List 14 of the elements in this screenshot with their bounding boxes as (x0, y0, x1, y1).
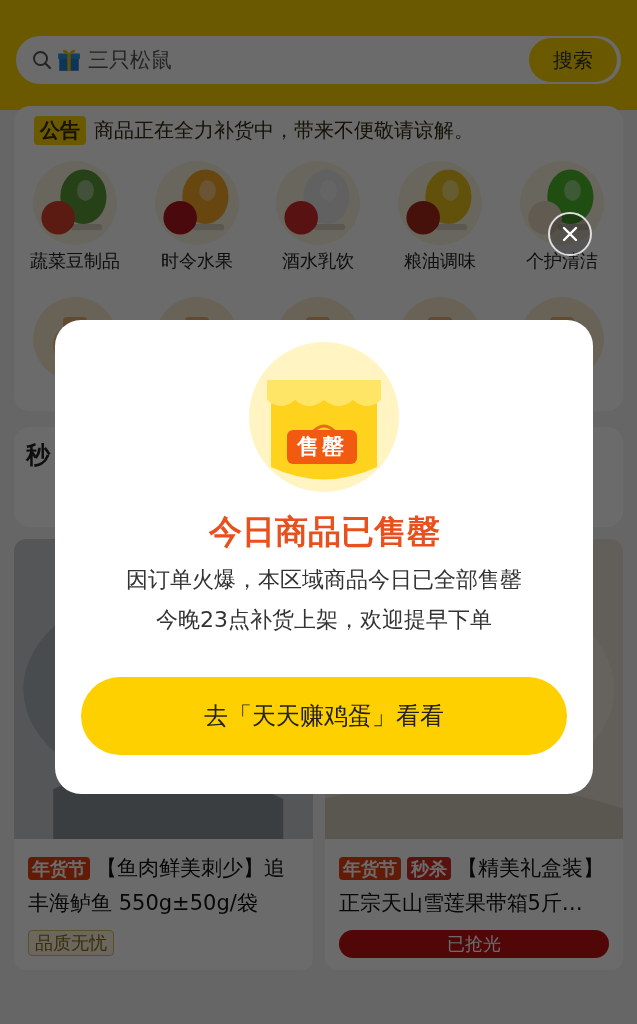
promo-tag: 年货节 (28, 857, 90, 880)
product-title: 年货节 秒杀 【精美礼盒装】正宗天山雪莲果带箱5斤… (338, 855, 605, 917)
notice-badge: 公告 (34, 116, 86, 145)
section-title: 秒 (26, 441, 50, 469)
quality-badge: 品质无忧 (28, 930, 114, 956)
sold-out-stamp: 售罄 (287, 430, 357, 464)
promo-tag: 秒杀 (406, 857, 451, 880)
dialog-message: 今晚23点补货上架，欢迎提早下单 (156, 606, 492, 634)
dialog-message: 因订单火爆，本区域商品今日已全部售罄 (126, 566, 522, 594)
product-title: 年货节 【鱼肉鲜美刺少】追丰海鲈鱼 550g±50g/袋 (28, 855, 286, 917)
dialog-title: 今日商品已售罄 (208, 511, 440, 553)
promo-tag: 年货节 (338, 857, 401, 880)
sold-out-bar: 已抢光 (338, 930, 609, 958)
notice-text: 商品正在全力补货中，带来不便敬请谅解。 (94, 118, 474, 144)
